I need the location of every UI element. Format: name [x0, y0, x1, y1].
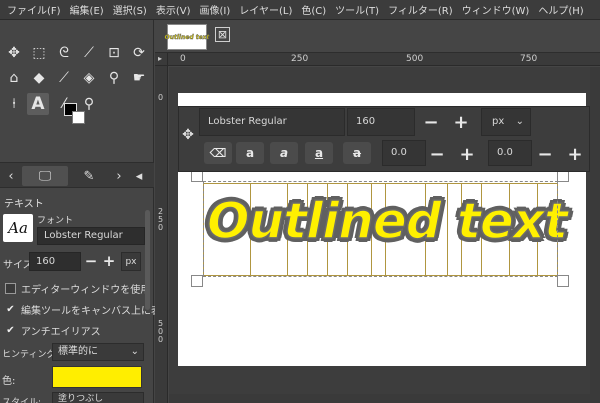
ruler-label: 500: [406, 54, 424, 64]
font-label: フォント: [37, 216, 74, 226]
menu-filters[interactable]: フィルター(R): [385, 2, 459, 17]
paintbrush-tool-icon[interactable]: ⟋: [54, 68, 74, 88]
background-color[interactable]: [72, 111, 85, 124]
strikethrough-icon[interactable]: a: [343, 142, 371, 164]
menu-view[interactable]: 表示(V): [153, 2, 197, 17]
fg-bg-colors[interactable]: [62, 101, 90, 129]
ruler-label: 250: [291, 54, 309, 64]
menu-layer[interactable]: レイヤー(L): [236, 2, 298, 17]
menu-select[interactable]: 選択(S): [110, 2, 153, 17]
menu-help[interactable]: ヘルプ(H): [535, 2, 589, 17]
menu-bar: ファイル(F) 編集(E) 選択(S) 表示(V) 画像(I) レイヤー(L) …: [0, 0, 600, 20]
canvas-vertical-scrollbar[interactable]: [590, 67, 600, 403]
bold-icon[interactable]: a: [236, 142, 264, 164]
editor-size-increase-button[interactable]: +: [449, 110, 473, 134]
antialias-label: アンチエイリアス: [21, 327, 101, 338]
rect-select-tool-icon[interactable]: ⬚: [29, 43, 49, 63]
warp-tool-icon[interactable]: ⌂: [4, 68, 24, 88]
text-color-button[interactable]: [52, 366, 142, 388]
resize-handle[interactable]: [191, 275, 203, 287]
font-preview-button[interactable]: Aa: [3, 214, 33, 242]
editor-size-decrease-button[interactable]: −: [419, 110, 443, 134]
menu-windows[interactable]: ウィンドウ(W): [459, 2, 536, 17]
panel-scrollbar[interactable]: [145, 210, 150, 310]
antialias-option[interactable]: ✔ アンチエイリアス: [5, 323, 101, 338]
ruler-label: 2 5 0: [158, 207, 164, 232]
chevron-down-icon: ⌄: [515, 116, 524, 127]
ruler-corner-icon[interactable]: ▸: [155, 53, 168, 66]
on-canvas-label: 編集ツールをキャンバス上に表: [21, 306, 161, 317]
tab-menu-icon[interactable]: ◂: [132, 166, 146, 186]
editor-size-input[interactable]: 160: [347, 108, 415, 136]
tab-tool-options[interactable]: 🖵: [22, 166, 68, 186]
editor-font-input[interactable]: Lobster Regular: [199, 108, 345, 136]
tab-scroll-left-icon[interactable]: ‹: [4, 166, 18, 186]
dock-tabs: ‹ 🖵 ✎ › ◂: [0, 162, 154, 188]
kerning-input[interactable]: 0.0: [488, 140, 532, 166]
clone-tool-icon[interactable]: ⚲: [104, 68, 124, 88]
fuzzy-select-tool-icon[interactable]: ⟋: [79, 43, 99, 63]
underline-icon[interactable]: a: [305, 142, 333, 164]
tab-scroll-right-icon[interactable]: ›: [112, 166, 126, 186]
editor-unit-select[interactable]: px ⌄: [481, 108, 531, 136]
menu-image[interactable]: 画像(I): [197, 2, 237, 17]
antialias-checkbox[interactable]: ✔: [5, 325, 16, 336]
size-increase-button[interactable]: +: [101, 252, 117, 270]
use-editor-option[interactable]: エディターウィンドウを使用: [5, 281, 150, 296]
size-decrease-button[interactable]: −: [83, 252, 99, 270]
vertical-ruler[interactable]: [155, 66, 168, 403]
eraser-tool-icon[interactable]: ◈: [79, 68, 99, 88]
bucket-fill-tool-icon[interactable]: ◆: [29, 68, 49, 88]
ruler-label: 5 0 0: [158, 319, 164, 344]
clear-style-icon[interactable]: ⌫: [204, 142, 232, 164]
move-tool-icon[interactable]: ✥: [4, 43, 24, 63]
color-label: 色:: [2, 376, 16, 387]
thumbnail-text: Outlined text: [164, 33, 210, 41]
menu-file[interactable]: ファイル(F): [4, 2, 67, 17]
canvas-horizontal-scrollbar[interactable]: [169, 394, 590, 403]
hinting-value: 標準的に: [58, 346, 98, 357]
size-input[interactable]: 160: [29, 252, 81, 271]
style-label: スタイル:: [2, 398, 42, 403]
crop-tool-icon[interactable]: ⊡: [104, 43, 124, 63]
hinting-select[interactable]: 標準的に ⌄: [52, 343, 144, 361]
hinting-label: ヒンティング:: [2, 350, 59, 360]
baseline-input[interactable]: 0.0: [382, 140, 426, 166]
close-image-icon[interactable]: ⊠: [215, 27, 230, 42]
paths-tool-icon[interactable]: ⍿: [4, 94, 24, 114]
menu-tools[interactable]: ツール(T): [332, 2, 385, 17]
move-handle-icon[interactable]: ✥: [181, 127, 195, 143]
font-input[interactable]: Lobster Regular: [37, 227, 145, 245]
smudge-tool-icon[interactable]: ☛: [129, 68, 149, 88]
tool-options-title: テキスト: [4, 199, 44, 210]
style-select[interactable]: 塗りつぶし: [52, 392, 144, 403]
chevron-down-icon: ⌄: [130, 346, 139, 357]
kerning-decrease-button[interactable]: −: [533, 142, 557, 166]
on-canvas-checkbox[interactable]: ✔: [5, 304, 16, 315]
on-canvas-option[interactable]: ✔ 編集ツールをキャンバス上に表: [5, 302, 161, 317]
tab-device-status[interactable]: ✎: [72, 166, 106, 186]
use-editor-checkbox[interactable]: [5, 283, 16, 294]
lasso-tool-icon[interactable]: ᘓ: [54, 43, 74, 63]
size-unit-select[interactable]: px: [121, 252, 141, 271]
ruler-label: 0: [180, 54, 186, 64]
use-editor-label: エディターウィンドウを使用: [21, 285, 151, 296]
menu-edit[interactable]: 編集(E): [67, 2, 110, 17]
ruler-label: 0: [158, 93, 164, 102]
ruler-label: 750: [520, 54, 538, 64]
resize-handle[interactable]: [557, 275, 569, 287]
text-tool-icon[interactable]: A: [27, 93, 49, 115]
image-thumbnail-tab[interactable]: Outlined text: [164, 24, 210, 50]
kerning-increase-button[interactable]: +: [563, 142, 587, 166]
baseline-increase-button[interactable]: +: [455, 142, 479, 166]
editor-unit-value: px: [492, 116, 505, 127]
italic-icon[interactable]: a: [270, 142, 298, 164]
transform-tool-icon[interactable]: ⟳: [129, 43, 149, 63]
text-box-frame[interactable]: [203, 181, 558, 277]
baseline-decrease-button[interactable]: −: [425, 142, 449, 166]
menu-colors[interactable]: 色(C): [298, 2, 332, 17]
